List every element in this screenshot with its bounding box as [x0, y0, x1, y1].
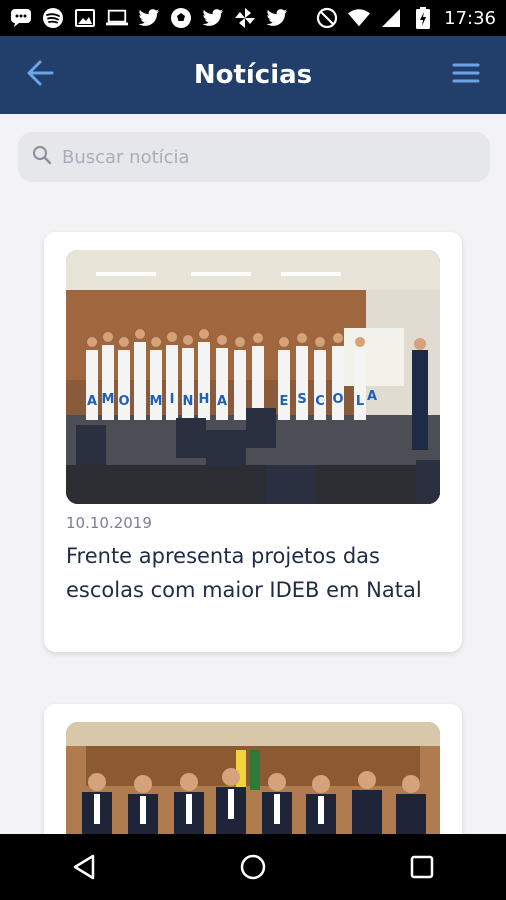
- app-bar: Notícias: [0, 36, 506, 114]
- svg-text:N: N: [183, 394, 194, 409]
- recents-square-icon[interactable]: [402, 847, 442, 887]
- back-triangle-icon[interactable]: [64, 847, 104, 887]
- pinwheel-icon: [234, 7, 256, 29]
- news-title[interactable]: Frente apresenta projetos das escolas co…: [66, 540, 440, 607]
- search-bar: [18, 132, 490, 182]
- svg-text:L: L: [356, 394, 364, 409]
- signal-icon: [380, 7, 402, 29]
- spotify-icon: [42, 7, 64, 29]
- system-icons: 17:36: [316, 7, 496, 29]
- svg-text:H: H: [199, 392, 210, 407]
- battery-icon: [412, 7, 434, 29]
- svg-text:A: A: [367, 389, 377, 404]
- menu-button[interactable]: [446, 55, 486, 95]
- news-date: 10.10.2019: [66, 514, 152, 532]
- news-image: [66, 722, 440, 852]
- hamburger-menu-icon: [452, 62, 480, 88]
- news-card[interactable]: AMO MIN HA ESC OLA 10.10.2019 Frente apr…: [44, 232, 462, 652]
- computer-icon: [106, 7, 128, 29]
- notification-icons: [10, 7, 288, 29]
- search-input[interactable]: [62, 146, 476, 168]
- twitter-icon: [138, 7, 160, 29]
- wifi-icon: [348, 7, 371, 29]
- do-not-disturb-icon: [316, 7, 338, 29]
- page-title: Notícias: [193, 60, 313, 90]
- soccer-icon: [170, 7, 192, 29]
- svg-text:M: M: [102, 392, 115, 407]
- svg-text:E: E: [280, 394, 289, 409]
- status-bar: 17:36: [0, 0, 506, 36]
- twitter-icon: [202, 7, 224, 29]
- svg-text:A: A: [217, 394, 227, 409]
- back-button[interactable]: [20, 55, 60, 95]
- navigation-bar: [0, 834, 506, 900]
- messaging-icon: [10, 7, 32, 29]
- svg-text:O: O: [118, 394, 129, 409]
- svg-text:A: A: [87, 394, 97, 409]
- svg-text:I: I: [170, 392, 175, 407]
- arrow-left-icon: [26, 60, 54, 90]
- svg-text:S: S: [297, 392, 306, 407]
- twitter-icon: [266, 7, 288, 29]
- svg-text:M: M: [150, 394, 163, 409]
- search-icon: [32, 145, 52, 169]
- news-image: AMO MIN HA ESC OLA: [66, 250, 440, 504]
- svg-text:C: C: [315, 394, 325, 409]
- image-icon: [74, 7, 96, 29]
- home-circle-icon[interactable]: [233, 847, 273, 887]
- svg-text:O: O: [332, 392, 343, 407]
- clock: 17:36: [444, 7, 496, 29]
